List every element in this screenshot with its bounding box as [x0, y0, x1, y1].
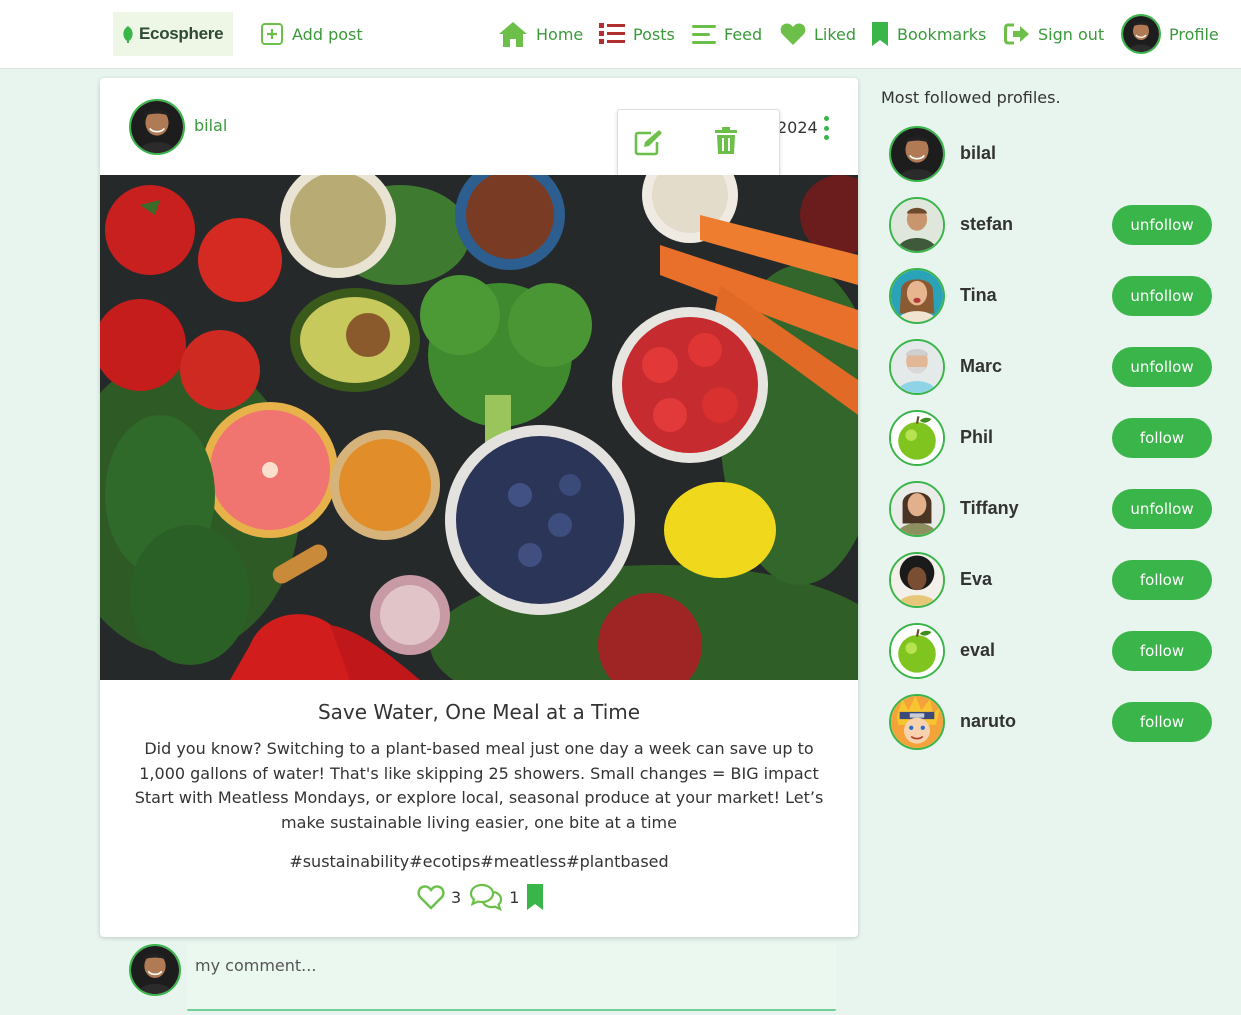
post-options-menu [617, 109, 780, 177]
list-icon [599, 23, 625, 44]
profile-name[interactable]: Phil [960, 427, 993, 448]
avatar [1121, 14, 1161, 54]
nav-profile-label: Profile [1169, 24, 1219, 44]
bookmark-icon[interactable] [525, 883, 545, 911]
user-photo-icon [891, 554, 943, 606]
comments-icon[interactable] [469, 883, 503, 911]
nav-liked[interactable]: Liked [780, 18, 856, 50]
apple-icon [891, 412, 943, 464]
nav-liked-label: Liked [814, 24, 857, 44]
user-photo-icon [891, 199, 943, 251]
profile-avatar[interactable] [889, 126, 945, 182]
profile-row[interactable]: stefan unfollow [889, 197, 1212, 253]
nav-bookmarks[interactable]: Bookmarks [871, 18, 986, 50]
profile-avatar[interactable] [889, 410, 945, 466]
bookmark-icon [872, 22, 888, 46]
nav-bookmarks-label: Bookmarks [897, 24, 987, 44]
user-photo-icon [891, 128, 943, 180]
feed-lines-icon [692, 25, 716, 44]
unfollow-button[interactable]: unfollow [1112, 347, 1212, 387]
post-actions: 3 1 [417, 882, 545, 912]
post-author[interactable]: bilal [194, 116, 227, 135]
nav-home-label: Home [536, 24, 584, 44]
nav-feed[interactable]: Feed [692, 18, 762, 50]
leaf-icon [123, 26, 133, 43]
comment-avatar [129, 944, 181, 996]
profile-name[interactable]: eval [960, 640, 995, 661]
user-photo-icon [131, 101, 183, 153]
user-photo-icon [891, 483, 943, 535]
user-photo-icon [891, 341, 943, 393]
user-photo-icon [131, 946, 179, 994]
profile-name[interactable]: naruto [960, 711, 1016, 732]
user-photo-icon [891, 270, 943, 322]
like-count: 3 [451, 887, 462, 907]
profile-row[interactable]: Tiffany unfollow [889, 481, 1212, 537]
home-icon [499, 22, 527, 47]
more-options-icon[interactable] [822, 116, 830, 140]
profile-avatar[interactable] [889, 268, 945, 324]
profile-avatar[interactable] [889, 481, 945, 537]
nav-feed-label: Feed [724, 24, 763, 44]
post-card: bilal 2024 Save Water, One Meal at a Tim… [100, 78, 858, 937]
profile-name[interactable]: stefan [960, 214, 1013, 235]
trash-icon[interactable] [714, 127, 738, 155]
profile-row[interactable]: Phil follow [889, 410, 1212, 466]
profile-row[interactable]: bilal [889, 126, 1212, 182]
comment-count: 1 [509, 887, 520, 907]
profile-row[interactable]: Eva follow [889, 552, 1212, 608]
profile-avatar[interactable] [889, 339, 945, 395]
vegetables-photo [100, 175, 858, 680]
like-heart-icon[interactable] [417, 884, 445, 910]
profile-name[interactable]: Tina [960, 285, 997, 306]
nav-posts[interactable]: Posts [599, 18, 675, 50]
profile-row[interactable]: naruto follow [889, 694, 1212, 750]
sidebar-title: Most followed profiles. [881, 88, 1061, 107]
post-date: 2024 [777, 118, 818, 137]
sign-out-icon [1004, 23, 1029, 45]
nav-profile[interactable]: Profile [1121, 14, 1219, 54]
anime-avatar-icon [891, 696, 943, 748]
follow-button[interactable]: follow [1112, 418, 1212, 458]
profile-row[interactable]: eval follow [889, 623, 1212, 679]
add-post-label: Add post [292, 24, 363, 44]
post-title: Save Water, One Meal at a Time [317, 700, 641, 724]
unfollow-button[interactable]: unfollow [1112, 276, 1212, 316]
nav-sign-out-label: Sign out [1038, 24, 1105, 44]
nav-home[interactable]: Home [498, 18, 583, 50]
profile-name[interactable]: Marc [960, 356, 1002, 377]
nav-sign-out[interactable]: Sign out [1004, 18, 1104, 50]
logo[interactable]: Ecosphere [113, 12, 233, 56]
post-body: Did you know? Switching to a plant-based… [134, 739, 824, 832]
profile-avatar[interactable] [889, 694, 945, 750]
follow-button[interactable]: follow [1112, 560, 1212, 600]
plus-square-icon [261, 23, 283, 45]
heart-icon [780, 23, 806, 45]
profile-avatar[interactable] [889, 552, 945, 608]
apple-icon [891, 625, 943, 677]
profile-avatar[interactable] [889, 623, 945, 679]
comment-input[interactable] [187, 944, 836, 1011]
profile-row[interactable]: Marc unfollow [889, 339, 1212, 395]
profile-name[interactable]: Tiffany [960, 498, 1019, 519]
navbar: Ecosphere Add post Home Posts Feed Liked… [0, 0, 1241, 69]
nav-posts-label: Posts [633, 24, 675, 44]
profile-name[interactable]: bilal [960, 143, 996, 164]
logo-text: Ecosphere [139, 24, 224, 43]
post-image [100, 175, 858, 680]
follow-button[interactable]: follow [1112, 702, 1212, 742]
profile-avatar[interactable] [889, 197, 945, 253]
unfollow-button[interactable]: unfollow [1112, 205, 1212, 245]
post-tags: #sustainability#ecotips#meatless#plantba… [289, 852, 669, 871]
author-avatar[interactable] [129, 99, 185, 155]
follow-button[interactable]: follow [1112, 631, 1212, 671]
profile-name[interactable]: Eva [960, 569, 992, 590]
add-post-button[interactable]: Add post [260, 18, 363, 50]
profile-row[interactable]: Tina unfollow [889, 268, 1212, 324]
user-photo-icon [1123, 16, 1159, 52]
unfollow-button[interactable]: unfollow [1112, 489, 1212, 529]
edit-icon[interactable] [634, 128, 664, 156]
